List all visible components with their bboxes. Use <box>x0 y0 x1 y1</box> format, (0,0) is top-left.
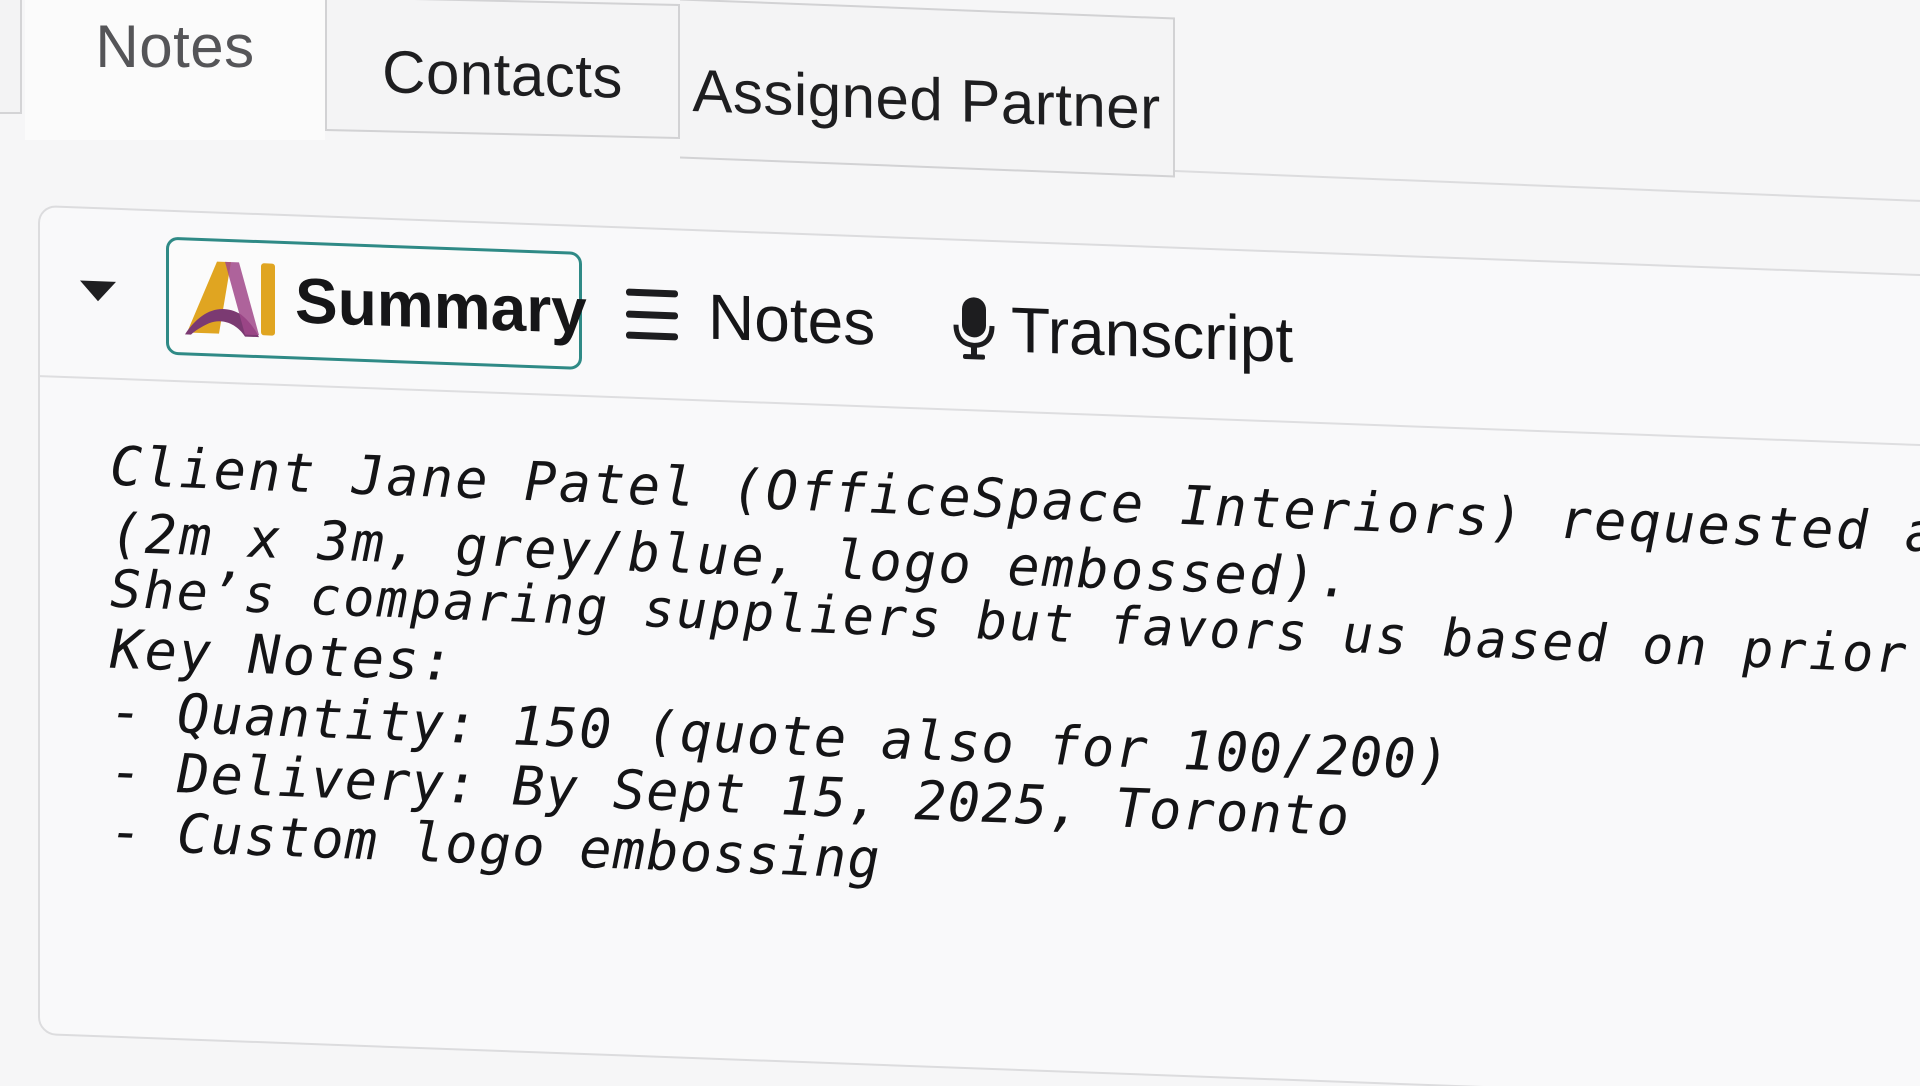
tab-divider <box>1174 170 1920 203</box>
summary-button[interactable]: Summary <box>166 236 587 370</box>
menu-lines-icon <box>626 288 678 341</box>
tab-notes[interactable]: Notes <box>25 0 325 140</box>
tab-contacts-label: Contacts <box>382 38 623 111</box>
caret-down-icon[interactable] <box>80 280 116 302</box>
transcript-button[interactable]: Transcript <box>953 283 1293 385</box>
summary-button-label: Summary <box>295 264 587 348</box>
tab-notes-label: Notes <box>95 13 255 80</box>
notes-card: Summary Notes Transcript Client Jane Pat… <box>38 205 1920 1086</box>
notes-view-button-label: Notes <box>708 280 876 359</box>
tab-bar-edge <box>0 0 22 114</box>
app-view: Notes Contacts Assigned Partner Summary <box>0 0 1920 1086</box>
microphone-icon <box>953 297 995 360</box>
notes-view-button[interactable]: Notes <box>626 269 875 368</box>
tab-assigned-partner[interactable]: Assigned Partner <box>680 0 1175 178</box>
tab-bar: Notes Contacts Assigned Partner <box>0 0 1920 203</box>
ai-logo-icon <box>185 261 275 338</box>
summary-text-area: Client Jane Patel (OfficeSpace Interiors… <box>40 377 1920 1086</box>
tab-assigned-partner-label: Assigned Partner <box>692 56 1161 142</box>
transcript-button-label: Transcript <box>1011 293 1294 377</box>
tab-contacts[interactable]: Contacts <box>325 0 680 140</box>
